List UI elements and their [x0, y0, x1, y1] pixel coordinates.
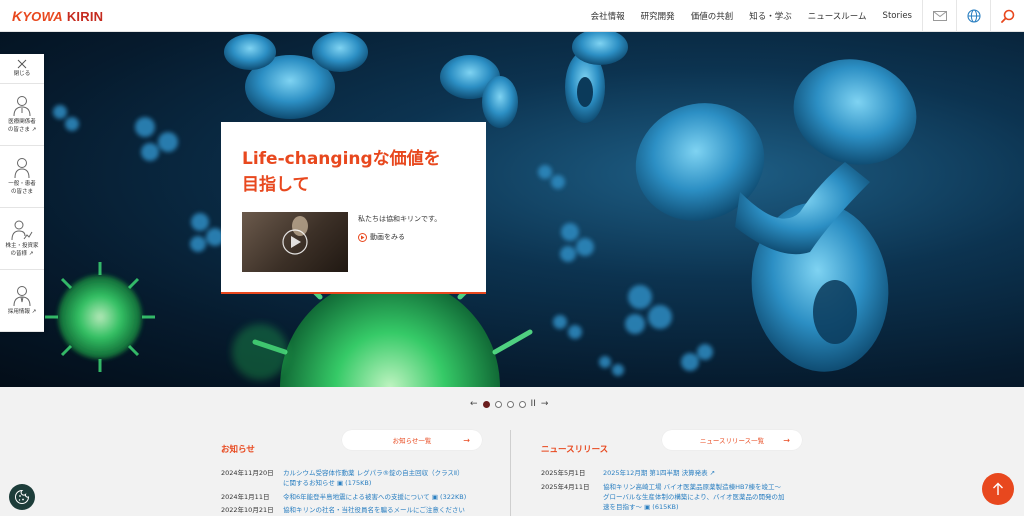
hero-message-card: Life-changingな価値を 目指して 私たちは協和キリンです。 動画をみる [221, 122, 486, 294]
carousel-prev-button[interactable]: ← [470, 400, 478, 409]
mail-icon[interactable] [922, 0, 956, 32]
news-link[interactable]: 協和キリン高崎工場 バイオ医薬品原薬製造棟HB7棟を竣工～ グローバルな生産体制の… [603, 482, 813, 512]
notice-link[interactable]: カルシウム受容体作動薬 レグパラ®錠の自主回収（クラスⅡ） に関するお知らせ ▣ … [283, 468, 488, 488]
header-utility-icons [922, 0, 1024, 32]
notice-date: 2022年10月21日 [221, 506, 274, 514]
play-icon [282, 216, 308, 255]
carousel-controls: ← II → [470, 400, 548, 409]
notice-link[interactable]: 協和キリンの社名・当社役員名を騙るメールにご注意ください [283, 505, 488, 515]
news-heading: ニュースリリース [541, 437, 608, 456]
logo-k: K [12, 8, 23, 24]
doctor-icon [13, 96, 31, 117]
side-close-label: 閉じる [13, 70, 31, 77]
arrow-right-icon: → [463, 435, 470, 445]
play-circle-icon [358, 232, 367, 242]
carousel-next-button[interactable]: → [541, 400, 549, 409]
column-divider [510, 430, 511, 516]
back-to-top-button[interactable] [982, 473, 1014, 505]
person-icon [14, 158, 30, 179]
globe-icon[interactable] [956, 0, 990, 32]
hero-banner [0, 32, 1024, 387]
notices-heading: お知らせ [221, 437, 255, 456]
nav-research[interactable]: 研究開発 [633, 10, 683, 22]
cookie-settings-button[interactable] [9, 484, 35, 510]
news-date: 2025年4月11日 [541, 483, 590, 491]
kyowa-kirin-logo[interactable]: K YOWA KIRIN [12, 8, 103, 24]
notice-row: 2024年1月11日 令和6年能登半島地震による被害への支援について ▣ (32… [221, 492, 488, 502]
watch-video-label: 動画をみる [370, 233, 405, 241]
news-more-button[interactable]: ニュースリリース一覧 → [662, 430, 802, 450]
arrow-right-icon: → [783, 435, 790, 445]
news-link[interactable]: 2025年12月期 第1四半期 決算発表 ↗ [603, 468, 808, 478]
side-tab-careers-label: 採用情報 ↗ [7, 308, 37, 315]
logo-kirin: KIRIN [66, 8, 104, 24]
notice-row: 2022年10月21日 協和キリンの社名・当社役員名を騙るメールにご注意ください [221, 505, 488, 515]
site-header: K YOWA KIRIN 会社情報 研究開発 価値の共創 知る・学ぶ ニュースルーム… [0, 0, 1024, 32]
hero-title: Life-changingな価値を 目指して [242, 149, 441, 195]
notices-more-label: お知らせ一覧 [392, 437, 432, 445]
news-more-label: ニュースリリース一覧 [699, 437, 765, 445]
side-tab-patients-label: 一般・患者 の皆さま [8, 181, 36, 195]
hero-intro-text: 私たちは協和キリンです。 [358, 215, 442, 223]
watch-video-link[interactable]: 動画をみる [358, 232, 405, 242]
hero-molecule-illustration [45, 32, 917, 387]
carousel-pause-button[interactable]: II [531, 400, 536, 409]
news-date: 2025年5月1日 [541, 469, 586, 477]
side-tab-careers[interactable]: 採用情報 ↗ [0, 270, 44, 332]
news-row: 2025年4月11日 協和キリン高崎工場 バイオ医薬品原薬製造棟HB7棟を竣工～… [541, 482, 813, 512]
video-thumbnail[interactable] [242, 212, 348, 272]
cookie-icon [15, 489, 30, 504]
side-tab-medical-label: 医療関係者 の皆さま ↗ [7, 119, 37, 133]
side-tab-investors-label: 株主・投資家 の皆様 ↗ [5, 243, 39, 257]
notices-more-button[interactable]: お知らせ一覧 → [342, 430, 482, 450]
nav-company[interactable]: 会社情報 [583, 10, 633, 22]
notices-title: お知らせ [221, 445, 255, 455]
carousel-dot-2[interactable] [494, 401, 502, 408]
nav-learn[interactable]: 知る・学ぶ [741, 10, 800, 22]
investor-icon [11, 220, 33, 241]
arrow-up-icon [993, 482, 1003, 495]
main-nav: 会社情報 研究開発 価値の共創 知る・学ぶ ニュースルーム Stories [583, 0, 920, 32]
notice-date: 2024年11月20日 [221, 469, 274, 477]
carousel-dot-3[interactable] [506, 401, 514, 408]
carousel-dot-4[interactable] [518, 401, 526, 408]
nav-newsroom[interactable]: ニュースルーム [800, 10, 875, 22]
side-tab-patients[interactable]: 一般・患者 の皆さま [0, 146, 44, 208]
nav-value[interactable]: 価値の共創 [683, 10, 742, 22]
news-title: ニュースリリース [541, 445, 609, 455]
side-tab-investors[interactable]: 株主・投資家 の皆様 ↗ [0, 208, 44, 270]
side-tab-medical[interactable]: 医療関係者 の皆さま ↗ [0, 84, 44, 146]
search-icon[interactable] [990, 0, 1024, 32]
close-icon [17, 59, 27, 69]
notice-row: 2024年11月20日 カルシウム受容体作動薬 レグパラ®錠の自主回収（クラスⅡ… [221, 468, 488, 488]
nav-stories[interactable]: Stories [875, 11, 920, 21]
news-row: 2025年5月1日 2025年12月期 第1四半期 決算発表 ↗ [541, 468, 808, 478]
side-close-button[interactable]: 閉じる [0, 54, 44, 84]
carousel-dot-1[interactable] [482, 401, 490, 408]
employee-icon [13, 285, 31, 306]
logo-yowa: YOWA [22, 8, 63, 24]
audience-side-tabs: 閉じる 医療関係者 の皆さま ↗ 一般・患者 の皆さま 株主・投資家 の皆様 ↗ 採用… [0, 54, 44, 332]
notice-date: 2024年1月11日 [221, 493, 270, 501]
notice-link[interactable]: 令和6年能登半島地震による被害への支援について ▣ (322KB) [283, 492, 488, 502]
